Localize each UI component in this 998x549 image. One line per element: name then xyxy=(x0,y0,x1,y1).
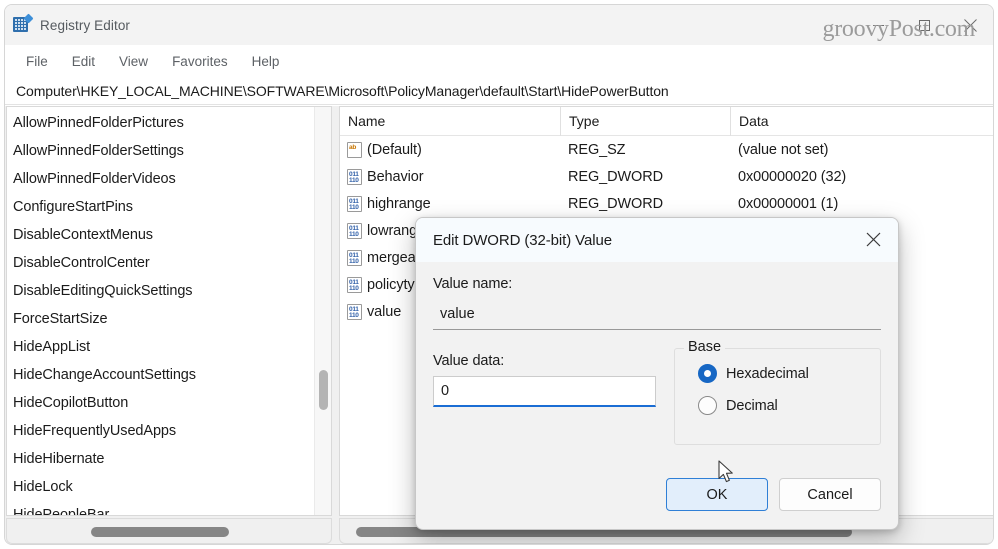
registry-tree-pane: AllowPinnedFolderPictures AllowPinnedFol… xyxy=(6,106,332,516)
base-legend: Base xyxy=(684,339,726,355)
value-data-input[interactable]: 0 xyxy=(433,376,656,407)
cancel-button[interactable]: Cancel xyxy=(779,478,881,511)
value-data-cell: 0x00000020 (32) xyxy=(738,168,847,185)
radio-decimal-indicator[interactable] xyxy=(698,396,717,415)
value-name-text: value xyxy=(367,303,402,320)
ok-button[interactable]: OK xyxy=(666,478,768,511)
title-bar: Registry Editor groovyPost.com xyxy=(5,5,993,45)
value-name-text: (Default) xyxy=(367,141,422,158)
dword-value-icon: 011 110 xyxy=(347,222,362,239)
menu-file[interactable]: File xyxy=(15,50,59,73)
maximize-button[interactable] xyxy=(901,5,947,45)
tree-vertical-scrollbar[interactable] xyxy=(314,107,331,515)
value-data-cell: (value not set) xyxy=(738,141,829,158)
tree-horizontal-scroll-thumb[interactable] xyxy=(91,527,229,537)
radio-hexadecimal-label: Hexadecimal xyxy=(726,365,809,382)
close-icon xyxy=(963,18,977,32)
tree-item[interactable]: AllowPinnedFolderPictures xyxy=(7,109,331,137)
menu-edit[interactable]: Edit xyxy=(61,50,106,73)
tree-item[interactable]: ForceStartSize xyxy=(7,305,331,333)
value-data-column: Value data: 0 xyxy=(433,339,656,445)
menu-help[interactable]: Help xyxy=(241,50,291,73)
table-row[interactable]: 011 110 Behavior REG_DWORD 0x00000020 (32… xyxy=(340,163,993,190)
registry-path: Computer\HKEY_LOCAL_MACHINE\SOFTWARE\Mic… xyxy=(16,82,669,99)
value-data-label: Value data: xyxy=(433,353,505,369)
dialog-title: Edit DWORD (32-bit) Value xyxy=(433,231,612,249)
column-header-type[interactable]: Type xyxy=(560,107,730,136)
dialog-close-button[interactable] xyxy=(854,222,892,256)
tree-horizontal-scrollbar[interactable] xyxy=(6,518,332,544)
registry-editor-screen: Registry Editor groovyPost.com File Edit… xyxy=(0,0,998,549)
value-name-cell: 011 110 Behavior xyxy=(340,168,560,185)
dialog-body: Value name: value Value data: 0 Base Hex… xyxy=(416,276,898,445)
dword-value-icon: 011 110 xyxy=(347,276,362,293)
value-type-cell: REG_DWORD xyxy=(568,195,663,212)
value-data-cell: 0x00000001 (1) xyxy=(738,195,839,212)
minimize-icon xyxy=(872,24,884,26)
table-row[interactable]: ab (Default) REG_SZ (value not set) xyxy=(340,136,993,163)
value-name-cell: ab (Default) xyxy=(340,141,560,158)
registry-editor-window: Registry Editor groovyPost.com File Edit… xyxy=(4,4,994,545)
window-title: Registry Editor xyxy=(40,17,131,33)
dword-value-icon: 011 110 xyxy=(347,195,362,212)
window-controls xyxy=(855,5,993,45)
edit-dword-dialog: Edit DWORD (32-bit) Value Value name: va… xyxy=(415,217,899,530)
radio-hexadecimal[interactable]: Hexadecimal xyxy=(685,364,870,383)
menu-bar: File Edit View Favorites Help xyxy=(5,45,993,77)
value-type-cell: REG_SZ xyxy=(568,141,626,158)
value-name-text: highrange xyxy=(367,195,431,212)
tree-item[interactable]: HideAppList xyxy=(7,333,331,361)
column-header-data[interactable]: Data xyxy=(730,107,993,136)
maximize-icon xyxy=(918,19,930,31)
value-type-cell: REG_DWORD xyxy=(568,168,663,185)
tree-item[interactable]: HideHibernate xyxy=(7,445,331,473)
close-icon xyxy=(866,232,880,246)
close-button[interactable] xyxy=(947,5,993,45)
dword-value-icon: 011 110 xyxy=(347,249,362,266)
radio-hexadecimal-indicator[interactable] xyxy=(698,364,717,383)
tree-item[interactable]: HideCopilotButton xyxy=(7,389,331,417)
minimize-button[interactable] xyxy=(855,5,901,45)
value-data-row: Value data: 0 Base Hexadecimal Decimal xyxy=(433,339,881,445)
tree-item[interactable]: ConfigureStartPins xyxy=(7,193,331,221)
value-name-label: Value name: xyxy=(433,276,513,292)
table-row[interactable]: 011 110 highrange REG_DWORD 0x00000001 (1… xyxy=(340,190,993,217)
dword-value-icon: 011 110 xyxy=(347,168,362,185)
value-name-cell: 011 110 highrange xyxy=(340,195,560,212)
column-header-name[interactable]: Name xyxy=(340,107,560,136)
menu-view[interactable]: View xyxy=(108,50,159,73)
dialog-title-bar: Edit DWORD (32-bit) Value xyxy=(416,218,898,262)
tree-item[interactable]: AllowPinnedFolderSettings xyxy=(7,137,331,165)
dword-value-icon: 011 110 xyxy=(347,303,362,320)
tree-item[interactable]: AllowPinnedFolderVideos xyxy=(7,165,331,193)
value-name-input[interactable]: value xyxy=(433,299,881,330)
string-value-icon: ab xyxy=(347,141,362,158)
registry-tree-list: AllowPinnedFolderPictures AllowPinnedFol… xyxy=(7,107,331,515)
tree-item[interactable]: HideFrequentlyUsedApps xyxy=(7,417,331,445)
tree-item[interactable]: HideChangeAccountSettings xyxy=(7,361,331,389)
radio-decimal[interactable]: Decimal xyxy=(685,396,870,415)
tree-item[interactable]: DisableControlCenter xyxy=(7,249,331,277)
tree-item[interactable]: DisableContextMenus xyxy=(7,221,331,249)
address-bar[interactable]: Computer\HKEY_LOCAL_MACHINE\SOFTWARE\Mic… xyxy=(5,77,993,105)
tree-item[interactable]: DisableEditingQuickSettings xyxy=(7,277,331,305)
radio-decimal-label: Decimal xyxy=(726,397,778,414)
registry-icon xyxy=(13,13,34,34)
menu-favorites[interactable]: Favorites xyxy=(161,50,239,73)
tree-item[interactable]: HidePeopleBar xyxy=(7,501,331,515)
tree-vertical-scroll-thumb[interactable] xyxy=(319,370,328,410)
value-name-text: Behavior xyxy=(367,168,424,185)
tree-item[interactable]: HideLock xyxy=(7,473,331,501)
dialog-buttons: OK Cancel xyxy=(666,478,881,511)
values-column-header: Name Type Data xyxy=(340,107,993,136)
base-group: Base Hexadecimal Decimal xyxy=(674,339,881,445)
